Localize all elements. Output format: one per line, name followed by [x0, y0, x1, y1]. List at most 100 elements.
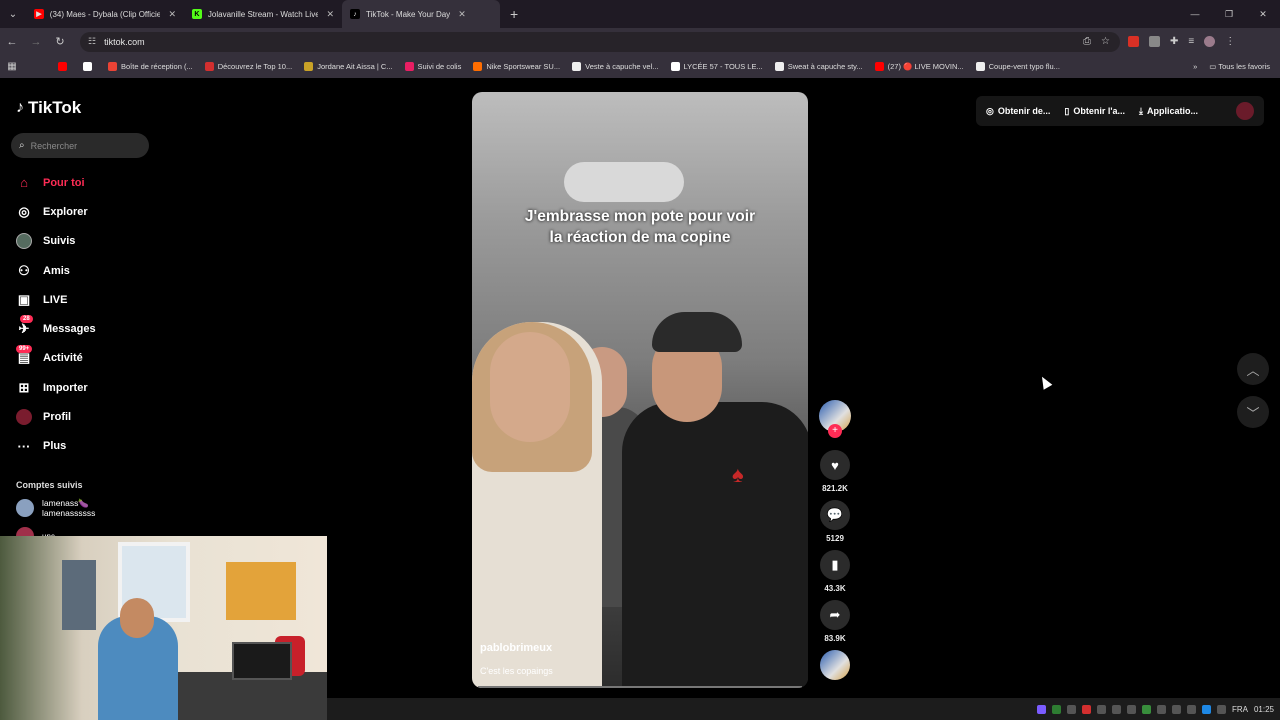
nav-label: LIVE	[43, 293, 68, 306]
video-author[interactable]: pablobrimeux	[480, 642, 552, 654]
tab-youtube[interactable]: ▶ (34) Maes - Dybala (Clip Officiel ✕	[26, 0, 184, 28]
close-tab-icon[interactable]: ✕	[326, 9, 334, 20]
get-app-button[interactable]: ▯ Obtenir l'a...	[1064, 106, 1125, 117]
video-description: C'est les copaings	[480, 666, 553, 676]
bookmark-label: Boîte de réception (...	[121, 62, 193, 71]
bookmark-item[interactable]: Coupe-vent typo flu...	[975, 62, 1060, 71]
tray-app-icon[interactable]	[1141, 704, 1151, 714]
tray-app-icon[interactable]	[1156, 704, 1166, 714]
sidebar-item-live[interactable]: ▣ LIVE	[16, 285, 96, 314]
microphone-icon[interactable]	[1126, 704, 1136, 714]
desktop-app-button[interactable]: ⤓ Applicatio...	[1139, 106, 1198, 117]
tray-app-icon[interactable]	[1051, 704, 1061, 714]
tab-tiktok[interactable]: ♪ TikTok - Make Your Day ✕	[342, 0, 500, 28]
close-tab-icon[interactable]: ✕	[458, 9, 466, 20]
author-avatar[interactable]: +	[819, 400, 851, 438]
next-video-button[interactable]: ﹀	[1237, 396, 1269, 428]
battery-icon[interactable]	[1216, 704, 1226, 714]
bluetooth-icon[interactable]	[1201, 704, 1211, 714]
bookmark-label: Coupe-vent typo flu...	[988, 62, 1060, 71]
tab-search-button[interactable]: ⌄	[0, 9, 26, 20]
new-tab-button[interactable]: +	[510, 6, 518, 22]
tab-kick[interactable]: K Jolavanille Stream - Watch Live ✕	[184, 0, 342, 28]
phone-icon: ▯	[1064, 105, 1070, 116]
tray-app-icon[interactable]	[1111, 704, 1121, 714]
tiktok-logo[interactable]: ♪ TikTok	[16, 98, 81, 118]
wifi-icon[interactable]	[1171, 704, 1181, 714]
tray-app-icon[interactable]	[1081, 704, 1091, 714]
close-tab-icon[interactable]: ✕	[168, 9, 176, 20]
button-label: Obtenir l'a...	[1073, 106, 1125, 116]
extensions-puzzle-icon[interactable]: ✚	[1170, 36, 1178, 47]
video-player[interactable]: ♠ J'embrasse mon pote pour voir la réact…	[472, 92, 808, 688]
nav-label: Suivis	[43, 235, 76, 248]
sidebar-item-plus[interactable]: ··· Plus	[16, 432, 96, 461]
bookmark-star-icon[interactable]: ☆	[1101, 36, 1110, 47]
install-app-icon[interactable]: ⎙	[1083, 36, 1091, 47]
save-button[interactable]: ▮ 43.3K	[820, 550, 850, 593]
sidebar-item-activite[interactable]: ▤ 99+ Activité	[16, 344, 96, 373]
bookmark-item[interactable]: LYCÉE 57 - TOUS LE...	[670, 62, 763, 71]
bookmark-item[interactable]: Nike Sportswear SU...	[473, 62, 560, 71]
following-account[interactable]: lamenass🍆 lamenassssss	[16, 498, 95, 518]
all-bookmarks-label: Tous les favoris	[1218, 62, 1270, 71]
sidebar-item-suivis[interactable]: Suivis	[16, 227, 96, 256]
language-indicator[interactable]: FRA	[1232, 705, 1248, 714]
get-coins-button[interactable]: ◎ Obtenir de...	[986, 106, 1050, 117]
profile-avatar-icon[interactable]	[1204, 36, 1216, 47]
bookmark-item[interactable]: Jordane Ait Aissa | C...	[304, 62, 393, 71]
bookmark-item[interactable]: (27) 🔴 LIVE MOVIN...	[874, 62, 964, 71]
bookmark-item[interactable]: Veste à capuche vel...	[572, 62, 659, 71]
bookmark-item[interactable]	[83, 62, 96, 71]
close-window-icon[interactable]: ✕	[1246, 9, 1280, 20]
sidebar-item-pour-toi[interactable]: ⌂ Pour toi	[16, 168, 96, 197]
bookmark-item[interactable]: Boîte de réception (...	[108, 62, 193, 71]
extension-icon[interactable]	[1149, 36, 1160, 47]
bookmark-item[interactable]: Suivi de colis	[404, 62, 461, 71]
tray-app-icon[interactable]	[1096, 704, 1106, 714]
bookmark-youtube[interactable]	[58, 62, 71, 71]
reload-icon[interactable]: ↻	[48, 35, 72, 48]
bookmark-item[interactable]: Découvrez le Top 10...	[204, 62, 293, 71]
sidebar-item-profil[interactable]: Profil	[16, 402, 96, 431]
bookmark-label: Jordane Ait Aissa | C...	[317, 62, 393, 71]
apps-grid-icon[interactable]: ▦	[0, 61, 24, 72]
previous-video-button[interactable]: ︿	[1237, 353, 1269, 385]
tab-title: Jolavanille Stream - Watch Live	[207, 9, 319, 19]
like-button[interactable]: ♥ 821.2K	[820, 450, 850, 493]
user-avatar[interactable]	[1236, 102, 1254, 120]
volume-icon[interactable]	[1186, 704, 1196, 714]
restore-icon[interactable]: ❐	[1212, 9, 1246, 20]
tray-app-icon[interactable]	[1036, 704, 1046, 714]
heart-icon: ♥	[820, 450, 850, 480]
media-controls-icon[interactable]: ≡	[1188, 36, 1194, 47]
comment-button[interactable]: 💬 5129	[820, 500, 850, 543]
forward-icon[interactable]: →	[24, 36, 48, 48]
bookmark-item[interactable]: Sweat à capuche sty...	[774, 62, 863, 71]
site-info-icon[interactable]: ☷	[88, 36, 96, 47]
all-bookmarks-folder[interactable]: ▭ Tous les favoris	[1209, 62, 1270, 71]
clock[interactable]: 01:25	[1254, 705, 1274, 714]
sidebar-item-importer[interactable]: ⊞ Importer	[16, 373, 96, 402]
coin-icon: ◎	[986, 105, 994, 116]
sidebar-item-amis[interactable]: ⚇ Amis	[16, 256, 96, 285]
bookmarks-overflow-icon[interactable]: »	[1193, 62, 1197, 71]
sidebar-item-messages[interactable]: ✈ 28 Messages	[16, 314, 96, 343]
extension-icon[interactable]	[1128, 36, 1139, 47]
follow-plus-icon[interactable]: +	[828, 424, 842, 438]
share-button[interactable]: ➦ 83.9K	[820, 600, 850, 643]
url-input[interactable]: ☷ tiktok.com ⎙ ☆	[80, 31, 1120, 52]
music-disc-icon[interactable]	[820, 650, 850, 680]
bookmark-label: LYCÉE 57 - TOUS LE...	[683, 62, 763, 71]
sidebar-item-explorer[interactable]: ◎ Explorer	[16, 197, 96, 226]
search-input[interactable]: ⌕ Rechercher	[11, 133, 149, 158]
following-section-title: Comptes suivis	[16, 480, 83, 490]
tray-app-icon[interactable]	[1066, 704, 1076, 714]
minimize-icon[interactable]: —	[1178, 9, 1212, 19]
back-icon[interactable]: ←	[0, 36, 24, 48]
menu-kebab-icon[interactable]: ⋮	[1225, 36, 1235, 47]
compass-icon: ◎	[18, 203, 30, 219]
video-progress-bar[interactable]	[478, 686, 802, 688]
bookmark-label: Découvrez le Top 10...	[217, 62, 293, 71]
comment-icon: 💬	[820, 500, 850, 530]
